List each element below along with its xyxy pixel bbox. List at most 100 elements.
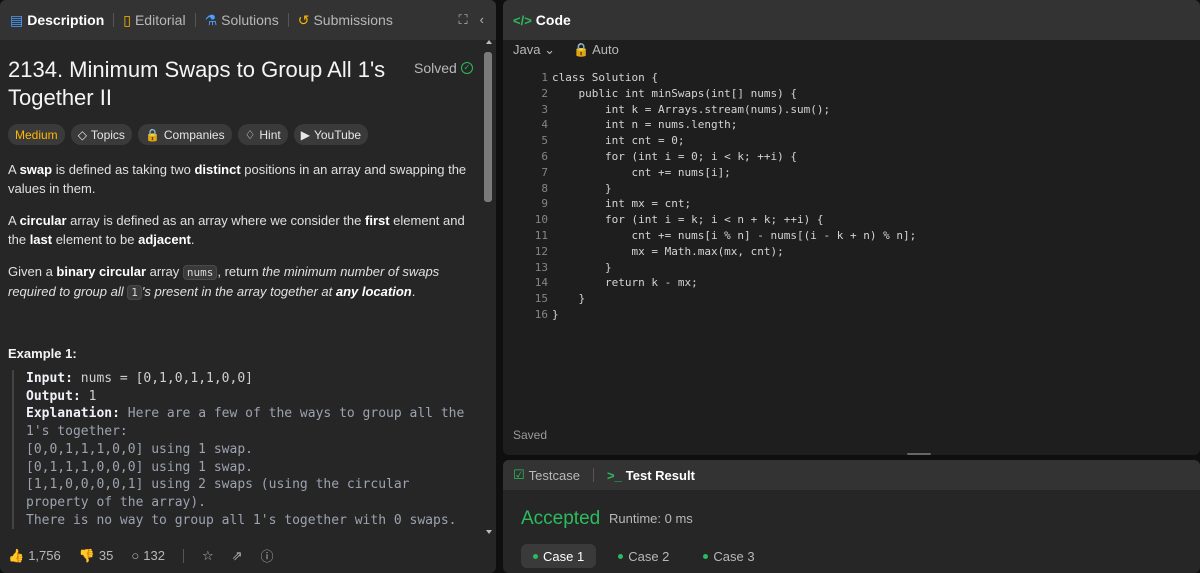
code-line[interactable]: } xyxy=(552,291,1192,307)
lock-icon: 🔒 xyxy=(573,42,590,57)
thumbs-down-icon: 👎 xyxy=(78,547,95,563)
code-line[interactable]: public int minSwaps(int[] nums) { xyxy=(552,86,1192,102)
code-line[interactable]: cnt += nums[i % n] - nums[(i - k + n) % … xyxy=(552,228,1192,244)
youtube-tag[interactable]: ▶ YouTube xyxy=(293,124,369,145)
collapse-icon[interactable]: ‹ xyxy=(480,12,484,28)
divider xyxy=(182,548,184,563)
code-line[interactable]: for (int i = k; i < n + k; ++i) { xyxy=(552,212,1192,228)
code-header: </> Code xyxy=(503,0,1200,40)
book-icon: ▯ xyxy=(123,11,131,28)
line-number: 14 xyxy=(534,276,548,290)
language-select[interactable]: Java ⌄ xyxy=(513,42,555,58)
case-3-button[interactable]: Case 3 xyxy=(691,544,766,568)
line-number: 8 xyxy=(541,181,548,195)
scrollbar[interactable] xyxy=(484,40,494,534)
line-number: 5 xyxy=(541,134,548,148)
line-number: 1 xyxy=(541,71,548,84)
tag-icon: ◇ xyxy=(77,127,87,142)
line-number: 2 xyxy=(541,86,548,100)
verdict: Accepted xyxy=(521,508,601,529)
share-icon[interactable]: ⇗ xyxy=(232,548,243,564)
tab-description[interactable]: ▤ Description xyxy=(6,0,108,40)
line-number: 3 xyxy=(541,102,548,116)
line-number: 4 xyxy=(541,118,548,132)
help-icon[interactable]: ⓘ xyxy=(261,546,274,565)
pass-dot-icon xyxy=(533,553,538,559)
chevron-down-icon: ⌄ xyxy=(544,42,555,57)
code-line[interactable]: for (int i = 0; i < k; ++i) { xyxy=(552,149,1192,165)
description-tabbar: ▤ Description ▯ Editorial ⚗ Solutions ↺ … xyxy=(0,0,496,40)
code-line[interactable]: int n = nums.length; xyxy=(552,117,1192,133)
line-number: 11 xyxy=(534,228,548,242)
code-line[interactable]: int k = Arrays.stream(nums).sum(); xyxy=(552,102,1192,118)
code-line[interactable]: cnt += nums[i]; xyxy=(552,165,1192,181)
like-count: 1,756 xyxy=(28,548,61,563)
hint-label: Hint xyxy=(259,127,281,142)
tab-solutions[interactable]: ⚗ Solutions xyxy=(201,0,283,40)
divider xyxy=(194,13,196,27)
line-number: 15 xyxy=(534,292,548,306)
code-line[interactable]: int cnt = 0; xyxy=(552,133,1192,149)
resize-handle[interactable] xyxy=(907,453,931,455)
tab-submissions-label: Submissions xyxy=(313,12,393,28)
companies-tag[interactable]: 🔒 Companies xyxy=(137,124,232,145)
youtube-label: YouTube xyxy=(313,127,362,142)
saved-status: Saved xyxy=(513,428,548,442)
case-2-button[interactable]: Case 2 xyxy=(606,544,681,568)
companies-label: Companies xyxy=(163,127,225,142)
tab-testcase[interactable]: ☑ Testcase xyxy=(513,467,580,483)
line-numbers: 1 2 3 4 5 6 7 8 9 10 11 12 13 14 15 16 xyxy=(503,70,548,323)
line-number: 12 xyxy=(534,244,548,258)
comments-button[interactable]: ○ 132 xyxy=(131,548,165,563)
divider xyxy=(287,13,289,27)
topics-tag[interactable]: ◇ Topics xyxy=(70,124,132,145)
tab-submissions[interactable]: ↺ Submissions xyxy=(294,0,397,40)
scroll-down-arrow[interactable] xyxy=(486,530,492,534)
document-icon: ▤ xyxy=(10,11,24,28)
tab-solutions-label: Solutions xyxy=(221,12,279,28)
case-1-button[interactable]: Case 1 xyxy=(521,544,597,568)
code-line[interactable]: } xyxy=(552,181,1192,197)
code-line[interactable]: } xyxy=(552,307,1192,323)
youtube-icon: ▶ xyxy=(300,127,310,142)
code-line[interactable]: int mx = cnt; xyxy=(552,196,1192,212)
auto-mode-toggle[interactable]: 🔒 Auto xyxy=(573,42,619,58)
code-header-title: Code xyxy=(535,12,571,28)
scroll-up-arrow[interactable] xyxy=(486,40,492,44)
dislike-count: 35 xyxy=(98,548,114,563)
result-panel: ☑ Testcase >_ Test Result Accepted Runti… xyxy=(503,460,1200,573)
editor-toolbar: Java ⌄ 🔒 Auto xyxy=(513,42,619,58)
description-paragraph-2: A circular array is defined as an array … xyxy=(8,213,465,247)
line-number: 16 xyxy=(534,307,548,321)
code-text[interactable]: class Solution { public int minSwaps(int… xyxy=(552,70,1192,323)
code-line[interactable]: return k - mx; xyxy=(552,275,1192,291)
dislike-button[interactable]: 👎 35 xyxy=(79,548,114,564)
expand-icon[interactable]: ⛶ xyxy=(459,12,468,28)
line-number: 10 xyxy=(534,213,548,227)
description-paragraph-3: Given a binary circular array nums, retu… xyxy=(8,264,440,300)
stats-bar: 👍 1,756 👎 35 ○ 132 ☆ ⇗ ⓘ xyxy=(8,546,274,565)
comment-icon: ○ xyxy=(131,548,140,563)
tab-editorial-label: Editorial xyxy=(134,12,186,28)
line-number: 9 xyxy=(541,197,548,211)
code-line[interactable]: class Solution { xyxy=(552,70,1192,86)
code-editor-panel: </> Code Java ⌄ 🔒 Auto 1 2 3 4 5 6 7 8 9 10 11 12 13… xyxy=(503,0,1200,455)
checkbox-icon: ☑ xyxy=(513,467,525,482)
result-tabbar: ☑ Testcase >_ Test Result xyxy=(503,460,1200,490)
hint-tag[interactable]: ♢ Hint xyxy=(237,124,288,145)
tab-test-result[interactable]: >_ Test Result xyxy=(607,468,695,483)
star-icon[interactable]: ☆ xyxy=(202,548,214,564)
code-line[interactable]: } xyxy=(552,260,1192,276)
solved-status: Solved ✓ xyxy=(414,60,473,76)
scroll-thumb[interactable] xyxy=(484,52,492,202)
flask-icon: ⚗ xyxy=(204,11,218,28)
check-circle-icon: ✓ xyxy=(460,62,473,74)
problem-title[interactable]: 2134. Minimum Swaps to Group All 1's Tog… xyxy=(8,56,398,112)
code-line[interactable]: mx = Math.max(mx, cnt); xyxy=(552,244,1192,260)
topics-label: Topics xyxy=(90,127,125,142)
thumbs-up-icon: 👍 xyxy=(8,547,25,563)
tab-editorial[interactable]: ▯ Editorial xyxy=(119,0,189,40)
like-button[interactable]: 👍 1,756 xyxy=(8,548,61,564)
history-icon: ↺ xyxy=(297,11,310,28)
pass-dot-icon xyxy=(618,553,624,559)
